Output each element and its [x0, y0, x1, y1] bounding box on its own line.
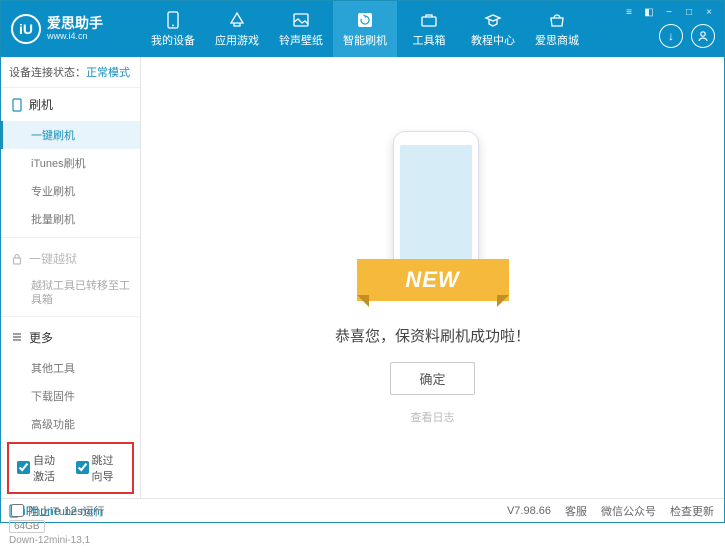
sidebar-group-flash[interactable]: 刷机 [1, 88, 140, 121]
apps-icon [228, 11, 246, 29]
connection-status: 设备连接状态：正常模式 [1, 57, 140, 88]
main-nav: 我的设备 应用游戏 铃声壁纸 智能刷机 工具箱 教程中心 爱思商城 [141, 1, 622, 57]
new-ribbon: NEW [357, 259, 509, 301]
toolbox-icon [420, 11, 438, 29]
wallpaper-icon [292, 11, 310, 29]
app-title: 爱思助手 [47, 16, 103, 31]
block-itunes-checkbox[interactable]: 阻止iTunes运行 [11, 503, 105, 519]
refresh-icon [356, 11, 374, 29]
nav-store[interactable]: 爱思商城 [525, 1, 589, 57]
device-detail: Down-12mini-13,1 [9, 535, 132, 546]
close-icon[interactable]: × [702, 5, 716, 19]
auto-activate-checkbox[interactable]: 自动激活 [17, 452, 66, 484]
app-url: www.i4.cn [47, 32, 103, 42]
phone-icon [11, 98, 23, 112]
wechat-link[interactable]: 微信公众号 [601, 503, 656, 519]
view-log-link[interactable]: 查看日志 [411, 409, 455, 425]
options-highlight-box: 自动激活 跳过向导 [7, 442, 134, 494]
sidebar-item-download-firmware[interactable]: 下载固件 [1, 382, 140, 410]
logo-area: iU 爱思助手 www.i4.cn [1, 1, 141, 57]
app-header: iU 爱思助手 www.i4.cn 我的设备 应用游戏 铃声壁纸 智能刷机 工具… [1, 1, 724, 57]
nav-tutorials[interactable]: 教程中心 [461, 1, 525, 57]
nav-my-device[interactable]: 我的设备 [141, 1, 205, 57]
check-update-link[interactable]: 检查更新 [670, 503, 714, 519]
sidebar-group-more[interactable]: 更多 [1, 321, 140, 354]
user-button[interactable] [691, 24, 715, 48]
list-icon [11, 331, 23, 343]
customer-service-link[interactable]: 客服 [565, 503, 587, 519]
phone-icon [164, 11, 182, 29]
logo-icon: iU [11, 14, 41, 44]
version-label: V7.98.66 [507, 505, 551, 517]
sidebar-group-jailbreak: 一键越狱 [1, 242, 140, 275]
nav-toolbox[interactable]: 工具箱 [397, 1, 461, 57]
skin-icon[interactable]: ◧ [642, 5, 656, 19]
menu-icon[interactable]: ≡ [622, 5, 636, 19]
sidebar-item-advanced[interactable]: 高级功能 [1, 410, 140, 438]
sidebar-item-pro-flash[interactable]: 专业刷机 [1, 177, 140, 205]
nav-ringtone-wallpaper[interactable]: 铃声壁纸 [269, 1, 333, 57]
minimize-icon[interactable]: − [662, 5, 676, 19]
success-illustration: NEW [363, 131, 503, 311]
device-storage-badge: 64GB [9, 520, 45, 533]
main-content: NEW 恭喜您，保资料刷机成功啦！ 确定 查看日志 [141, 57, 724, 498]
skip-guide-checkbox[interactable]: 跳过向导 [76, 452, 125, 484]
sidebar-item-itunes-flash[interactable]: iTunes刷机 [1, 149, 140, 177]
graduation-icon [484, 11, 502, 29]
nav-smart-flash[interactable]: 智能刷机 [333, 1, 397, 57]
sidebar-item-batch-flash[interactable]: 批量刷机 [1, 205, 140, 233]
success-message: 恭喜您，保资料刷机成功啦！ [335, 325, 530, 346]
sidebar: 设备连接状态：正常模式 刷机 一键刷机 iTunes刷机 专业刷机 批量刷机 一… [1, 57, 141, 498]
jailbreak-note: 越狱工具已转移至工具箱 [1, 275, 140, 312]
sidebar-item-oneclick-flash[interactable]: 一键刷机 [1, 121, 140, 149]
store-icon [548, 11, 566, 29]
nav-apps-games[interactable]: 应用游戏 [205, 1, 269, 57]
maximize-icon[interactable]: □ [682, 5, 696, 19]
ok-button[interactable]: 确定 [390, 362, 474, 395]
download-button[interactable]: ↓ [659, 24, 683, 48]
sidebar-item-other-tools[interactable]: 其他工具 [1, 354, 140, 382]
lock-icon [11, 253, 23, 265]
